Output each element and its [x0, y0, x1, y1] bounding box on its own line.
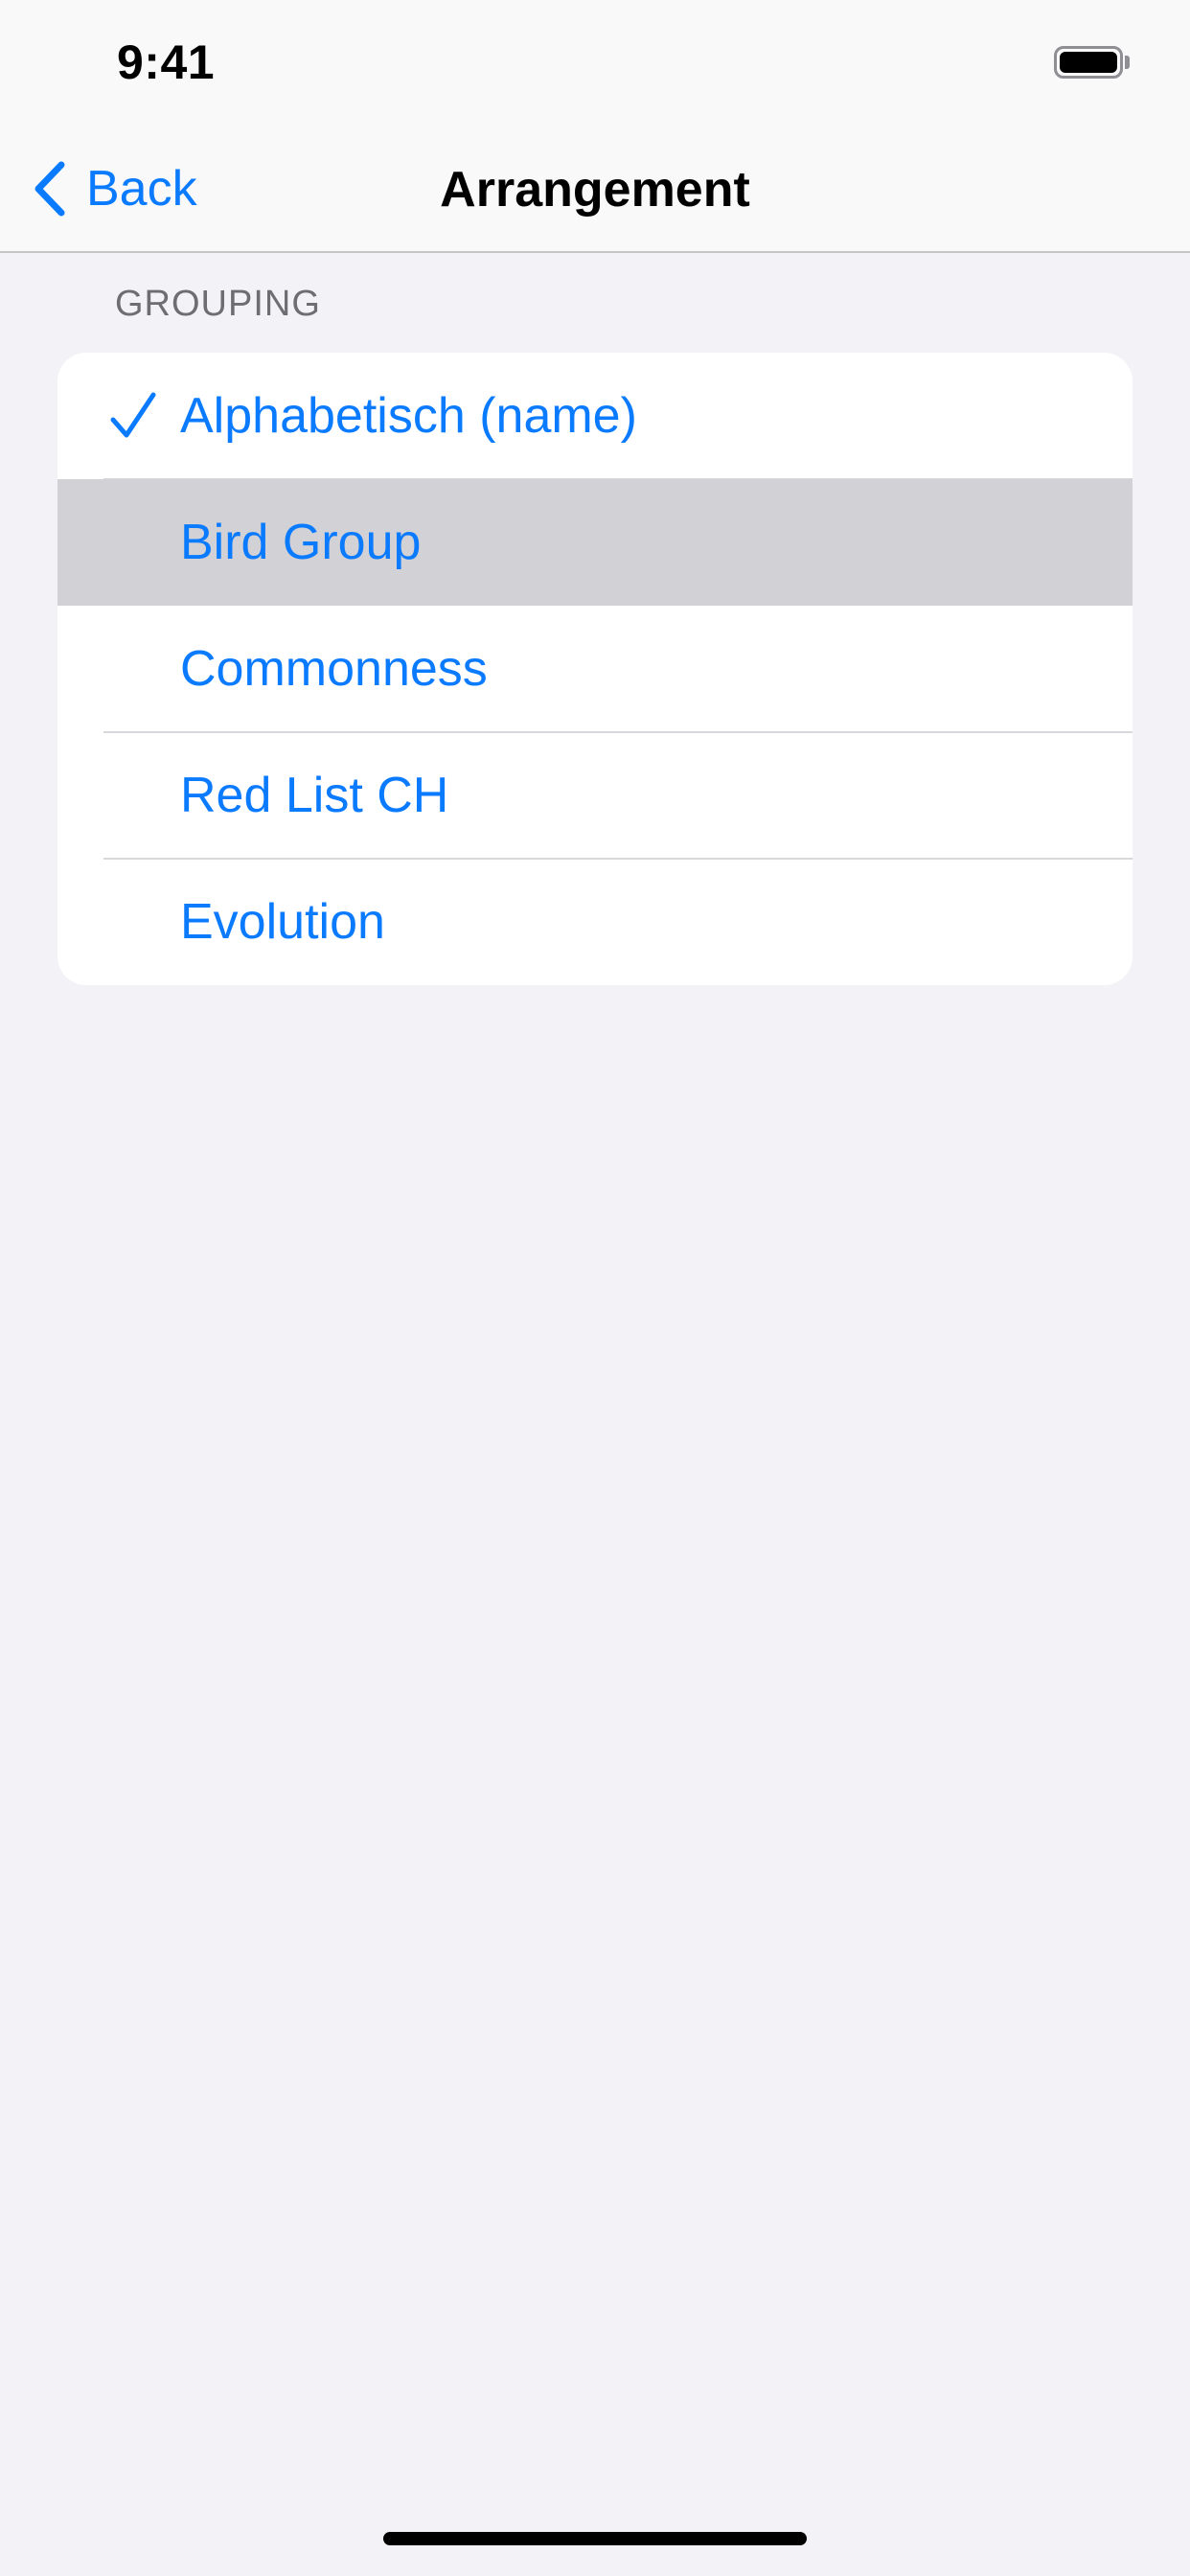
option-row-alphabetisch[interactable]: Alphabetisch (name)	[57, 353, 1133, 479]
status-bar: 9:41	[0, 0, 1190, 126]
battery-cap	[1125, 56, 1130, 69]
chevron-left-icon	[34, 161, 65, 217]
section-header: GROUPING	[115, 284, 321, 324]
home-indicator[interactable]	[383, 2532, 807, 2545]
option-row-red-list-ch[interactable]: Red List CH	[57, 732, 1133, 859]
option-row-commonness[interactable]: Commonness	[57, 606, 1133, 732]
grouping-list: Alphabetisch (name) Bird Group Commonnes…	[57, 353, 1133, 985]
status-time: 9:41	[117, 35, 216, 89]
option-row-evolution[interactable]: Evolution	[57, 859, 1133, 985]
option-row-bird-group[interactable]: Bird Group	[57, 479, 1133, 606]
navigation-bar: Arrangement Back	[0, 126, 1190, 253]
battery-fill	[1060, 52, 1117, 73]
back-label: Back	[86, 161, 197, 217]
option-label: Red List CH	[180, 768, 449, 823]
screen: 9:41 Arrangement Back GROUPING Alphabeti…	[0, 0, 1190, 2576]
option-label: Alphabetisch (name)	[180, 388, 637, 444]
battery-icon	[1054, 46, 1123, 79]
option-label: Evolution	[180, 894, 385, 950]
checkmark-icon	[110, 392, 156, 438]
option-label: Commonness	[180, 641, 488, 697]
back-button[interactable]: Back	[31, 155, 197, 222]
option-label: Bird Group	[180, 515, 422, 570]
